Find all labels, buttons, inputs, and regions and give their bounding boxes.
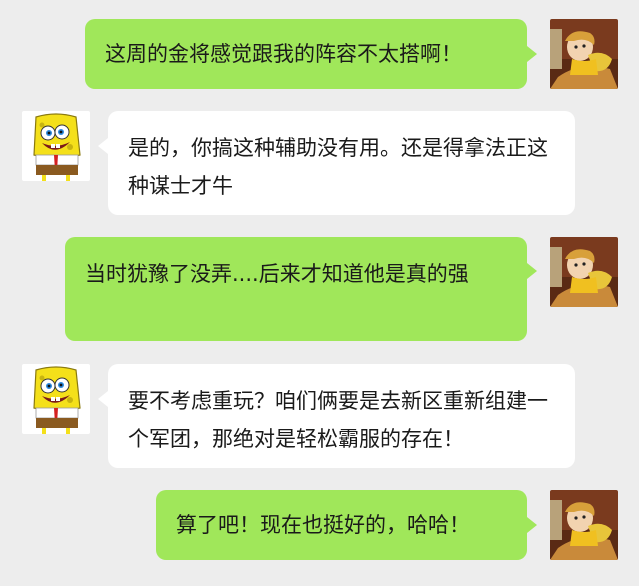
bubble-tail <box>98 138 108 154</box>
message-bubble[interactable]: 这周的金将感觉跟我的阵容不太搭啊！ <box>85 19 527 89</box>
bubble-tail <box>527 517 537 533</box>
message-bubble[interactable]: 当时犹豫了没弄....后来才知道他是真的强 <box>65 237 527 341</box>
message-text: 要不考虑重玩？咱们俩要是去新区重新组建一个军团，那绝对是轻松霸服的存在！ <box>128 389 548 451</box>
avatar-boy-icon[interactable] <box>550 490 618 560</box>
avatar-boy-icon[interactable] <box>550 19 618 89</box>
chat-window: 这周的金将感觉跟我的阵容不太搭啊！ 是的，你搞这种辅助没有用。还是得拿法正这种谋… <box>0 0 639 586</box>
bubble-tail <box>527 263 537 279</box>
avatar-sponge-icon[interactable] <box>22 111 90 181</box>
bubble-tail <box>527 46 537 62</box>
message-bubble[interactable]: 是的，你搞这种辅助没有用。还是得拿法正这种谋士才牛 <box>108 111 575 215</box>
message-text: 这周的金将感觉跟我的阵容不太搭啊！ <box>105 42 462 66</box>
avatar-boy-icon[interactable] <box>550 237 618 307</box>
bubble-tail <box>98 391 108 407</box>
avatar-sponge-icon[interactable] <box>22 364 90 434</box>
message-bubble[interactable]: 算了吧！现在也挺好的，哈哈！ <box>156 490 527 560</box>
message-text: 算了吧！现在也挺好的，哈哈！ <box>176 513 470 537</box>
message-bubble[interactable]: 要不考虑重玩？咱们俩要是去新区重新组建一个军团，那绝对是轻松霸服的存在！ <box>108 364 575 468</box>
message-text: 当时犹豫了没弄....后来才知道他是真的强 <box>85 262 469 286</box>
message-text: 是的，你搞这种辅助没有用。还是得拿法正这种谋士才牛 <box>128 136 548 198</box>
